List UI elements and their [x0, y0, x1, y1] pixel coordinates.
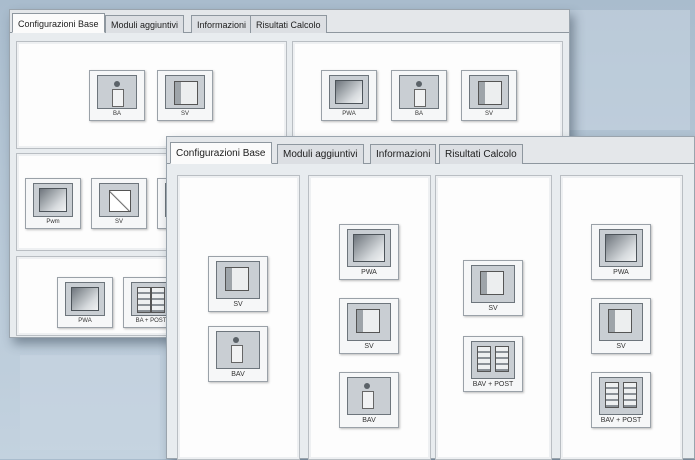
module-image — [399, 75, 439, 109]
module-label: SV — [180, 111, 189, 117]
module-label: BA — [112, 111, 121, 117]
module-card[interactable]: PWA — [321, 70, 377, 121]
module-image — [216, 331, 260, 369]
module-card[interactable]: SV — [463, 260, 523, 316]
module-card[interactable]: SV — [591, 298, 651, 354]
module-label: SV — [233, 301, 243, 308]
module-label: Pwm — [46, 219, 60, 225]
config-panel: PWA BA SV — [292, 41, 563, 149]
module-label: BA — [414, 111, 423, 117]
module-label: SV — [484, 111, 493, 117]
module-label: SV — [488, 305, 498, 312]
module-label: SV — [114, 219, 123, 225]
module-image — [131, 282, 171, 316]
module-image — [469, 75, 509, 109]
background-tile — [20, 355, 160, 450]
module-card[interactable]: Pwm — [25, 178, 81, 229]
module-card[interactable]: BA — [89, 70, 145, 121]
module-image — [65, 282, 105, 316]
module-label: PWA — [361, 269, 377, 276]
module-label: BAV + POST — [600, 417, 642, 424]
module-card[interactable]: BAV — [208, 326, 268, 382]
module-label: PWA — [613, 269, 629, 276]
module-label: PWA — [342, 111, 356, 117]
module-image — [216, 261, 260, 299]
tab-configurazioni-base[interactable]: Configurazioni Base — [12, 13, 105, 33]
tab-moduli-aggiuntivi[interactable]: Moduli aggiuntivi — [105, 15, 185, 33]
module-card[interactable]: PWA — [57, 277, 113, 328]
module-card[interactable]: SV — [208, 256, 268, 312]
module-image — [165, 75, 205, 109]
tab-risultati-calcolo[interactable]: Risultati Calcolo — [250, 15, 327, 33]
tab-bar: Configurazioni Base Moduli aggiuntivi In… — [167, 137, 694, 164]
module-image — [347, 303, 391, 341]
background-tile — [560, 10, 690, 130]
config-panel: BA SV — [16, 41, 287, 149]
module-card[interactable]: SV — [461, 70, 517, 121]
module-image — [33, 183, 73, 217]
config-column: PWA SV BAV — [308, 175, 431, 460]
module-card[interactable]: PWA — [339, 224, 399, 280]
module-image — [471, 265, 515, 303]
module-image — [347, 377, 391, 415]
module-label: SV — [364, 343, 374, 350]
module-label: BAV — [231, 371, 245, 378]
module-card[interactable]: BAV + POST — [463, 336, 523, 392]
config-column: SV BAV — [177, 175, 300, 460]
module-label: PWA — [78, 318, 92, 324]
tab-risultati-calcolo[interactable]: Risultati Calcolo — [439, 144, 523, 164]
module-card[interactable]: SV — [157, 70, 213, 121]
module-image — [471, 341, 515, 379]
tab-bar: Configurazioni Base Moduli aggiuntivi In… — [10, 10, 569, 33]
module-card[interactable]: SV — [91, 178, 147, 229]
module-image — [347, 229, 391, 267]
module-image — [599, 377, 643, 415]
tab-informazioni[interactable]: Informazioni — [370, 144, 437, 164]
module-label: SV — [616, 343, 626, 350]
config-column: SV BAV + POST — [435, 175, 552, 460]
module-image — [329, 75, 369, 109]
tab-informazioni[interactable]: Informazioni — [191, 15, 253, 33]
module-card[interactable]: PWA — [591, 224, 651, 280]
module-image — [99, 183, 139, 217]
module-card[interactable]: BAV — [339, 372, 399, 428]
front-window: Configurazioni Base Moduli aggiuntivi In… — [166, 136, 695, 460]
module-label: BAV + POST — [472, 381, 514, 388]
config-column: PWA SV BAV + POST — [560, 175, 683, 460]
module-label: BAV — [362, 417, 376, 424]
module-card[interactable]: BAV + POST — [591, 372, 651, 428]
module-card[interactable]: SV — [339, 298, 399, 354]
module-card[interactable]: BA — [391, 70, 447, 121]
tab-configurazioni-base[interactable]: Configurazioni Base — [170, 142, 272, 164]
module-image — [599, 229, 643, 267]
module-image — [97, 75, 137, 109]
module-image — [599, 303, 643, 341]
tab-moduli-aggiuntivi[interactable]: Moduli aggiuntivi — [277, 144, 364, 164]
